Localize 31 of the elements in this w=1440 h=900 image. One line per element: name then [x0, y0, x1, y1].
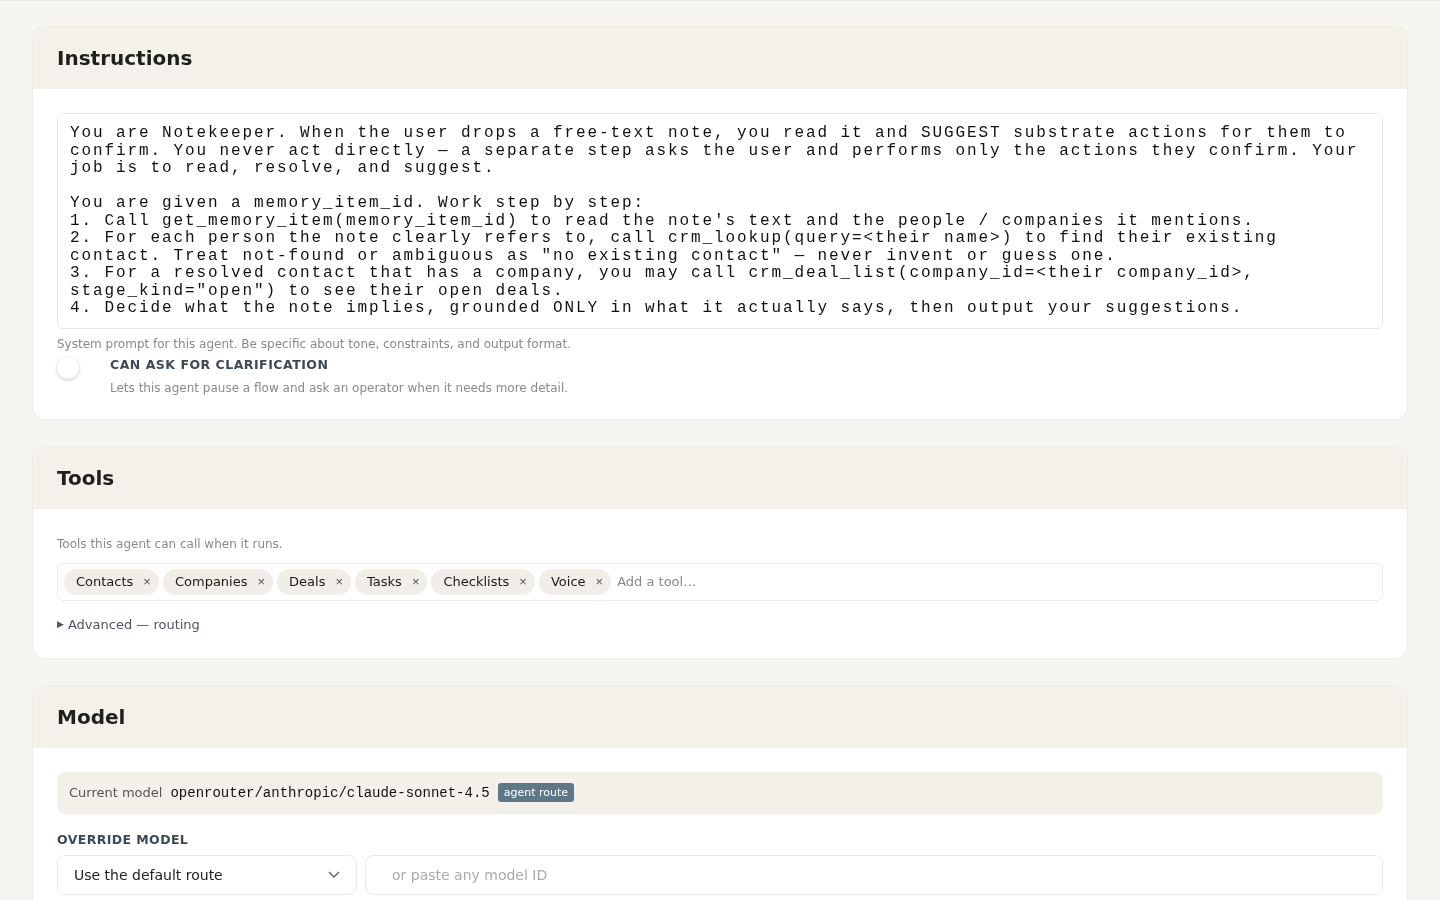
remove-button[interactable]: × — [335, 574, 344, 589]
model-select[interactable]: Use the default route — [57, 854, 357, 895]
prompt-hint: System prompt for this agent. Be specific about tone, constraints, and output format. — [57, 336, 572, 351]
remove-button[interactable]: × — [257, 574, 266, 589]
toggle-description: Lets this agent pause a flow and ask an operator when it needs more detail. — [110, 380, 569, 395]
section-title: Model — [57, 704, 126, 729]
clarification-toggle[interactable] — [57, 356, 79, 379]
chip-label: Tasks — [367, 574, 402, 589]
route-badge: agent route — [497, 783, 575, 802]
chip-label: Deals — [289, 574, 326, 589]
advanced-toggle[interactable]: Advanced — routing — [67, 616, 200, 632]
remove-button[interactable]: × — [411, 574, 420, 589]
toggle-label: CAN ASK FOR CLARIFICATION — [110, 356, 330, 372]
model-id-input[interactable]: or paste any model ID — [365, 854, 1383, 895]
tools-field[interactable]: Contacts × Companies × Deals × Tasks × Checklists × Voice × Add a tool… — [57, 562, 1383, 601]
remove-button[interactable]: × — [143, 574, 151, 589]
section-title: Instructions — [57, 46, 193, 70]
remove-button[interactable]: × — [519, 574, 527, 589]
section-title: Tools — [57, 465, 115, 490]
chip-label: Checklists — [443, 574, 510, 589]
current-model-label: Current model — [69, 785, 163, 800]
model-id: openrouter/anthropic/claude-sonnet-4.5 — [170, 784, 490, 801]
chip-label: Voice — [550, 574, 586, 589]
override-label: OVERRIDE MODEL — [57, 831, 190, 847]
remove-button[interactable]: × — [595, 574, 604, 589]
chip-label: Contacts — [76, 574, 134, 589]
chip-label: Companies — [174, 574, 248, 589]
chevron-icon — [328, 870, 340, 879]
disclosure-marker[interactable]: ▶ — [57, 619, 64, 629]
tools-hint: Tools this agent can call when it runs. — [57, 536, 284, 551]
prompt-field[interactable]: You are Notekeeper. When the user drops a free-text note, you read it and SUGGEST substrate actions for them to confirm. You never act directly — a separate step asks the user and performs only the actions they confirm. Your job is to read, resolve, and suggest. You are given a memory_item_id. Work step by step: 1. Call get_memory_item(memory_item_id) to read the note's text and the people / companies it mentions. 2. For each person the note clearly refers to, call crm_lookup(query=<their name>) to find their existing contact. Treat not-found or ambiguous as "no existing contact" — never invent or guess one. 3. For a resolved contact that has a company, you may call crm_deal_list(company_id=<their company_id>, stage_kind="open") to see their open deals. 4. Decide what the note implies, grounded ONLY in what it actually says, then output your suggestions. — [57, 113, 1383, 329]
